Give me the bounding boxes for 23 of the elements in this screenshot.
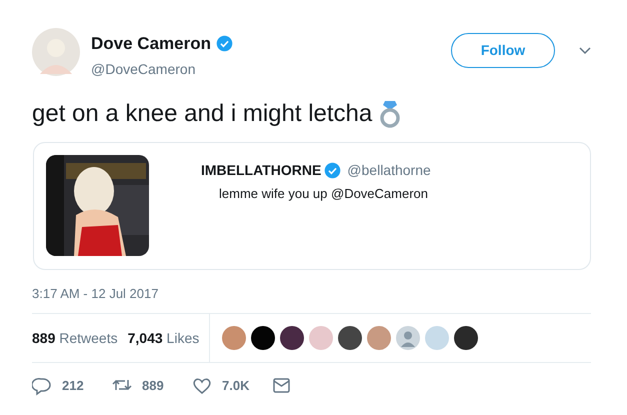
retweets-count[interactable]: 889 Retweets bbox=[32, 328, 118, 348]
like-count: 7.0K bbox=[222, 377, 250, 396]
heart-icon[interactable] bbox=[192, 376, 212, 396]
quoted-author-handle[interactable]: @bellathorne bbox=[347, 160, 431, 180]
author-handle[interactable]: @DoveCameron bbox=[91, 58, 451, 80]
liker-avatar[interactable] bbox=[280, 326, 304, 350]
ring-icon bbox=[380, 98, 400, 128]
author-name[interactable]: Dove Cameron bbox=[91, 31, 211, 56]
quoted-tweet-card[interactable]: IMBELLATHORNE @bellathorne lemme wife you up @DoveCameron bbox=[33, 142, 591, 270]
retweet-count: 889 bbox=[142, 377, 164, 396]
envelope-icon[interactable] bbox=[272, 376, 292, 396]
quoted-tweet-text: lemme wife you up @DoveCameron bbox=[219, 184, 430, 203]
quoted-author-name[interactable]: IMBELLATHORNE bbox=[201, 160, 322, 180]
liker-avatar[interactable] bbox=[338, 326, 362, 350]
default-avatar-icon[interactable] bbox=[396, 326, 420, 350]
liker-avatar[interactable] bbox=[454, 326, 478, 350]
chevron-down-icon[interactable] bbox=[579, 47, 591, 55]
reply-icon[interactable] bbox=[32, 376, 52, 396]
reply-count: 212 bbox=[62, 377, 84, 396]
liker-avatar[interactable] bbox=[251, 326, 276, 350]
timestamp[interactable]: 3:17 AM - 12 Jul 2017 bbox=[32, 284, 591, 303]
tweet-text: get on a knee and i might letcha bbox=[32, 98, 372, 128]
likes-count[interactable]: 7,043 Likes bbox=[128, 328, 200, 348]
